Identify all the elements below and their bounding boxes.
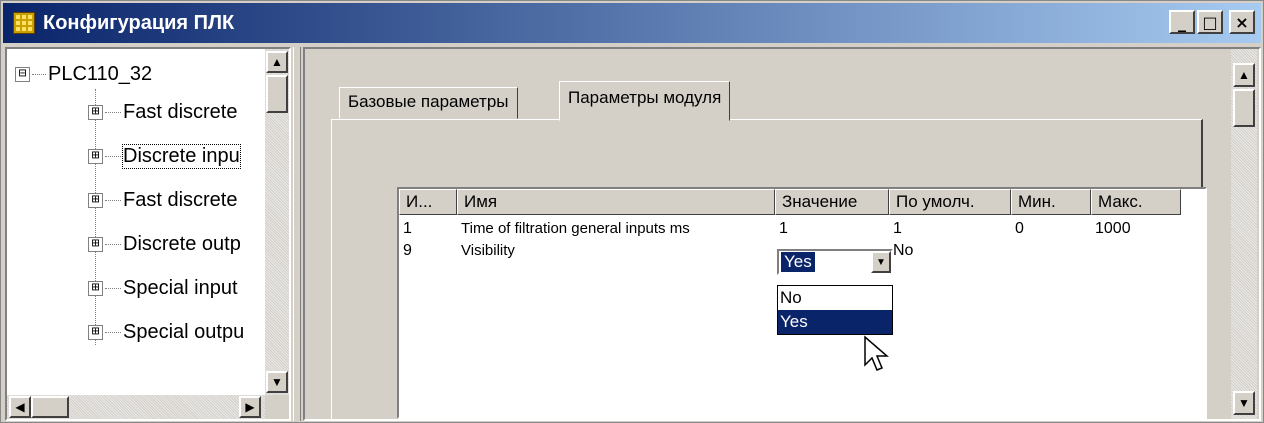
close-button[interactable]: × (1229, 10, 1255, 34)
scroll-thumb[interactable] (1233, 89, 1255, 127)
tree-view[interactable]: ⊟ PLC110_32 ⊞ Fast discrete ⊞ Discrete i… (5, 47, 291, 421)
properties-vertical-scrollbar[interactable]: ▲ ▼ (1231, 49, 1257, 419)
collapse-icon[interactable]: ⊟ (15, 67, 30, 82)
cell-max: 1000 (1095, 220, 1131, 237)
tree-horizontal-scrollbar[interactable]: ◀ ▶ (7, 395, 265, 419)
scroll-up-button[interactable]: ▲ (266, 51, 288, 73)
tree-item-fast-discrete-outputs[interactable]: ⊞ Fast discrete (88, 189, 237, 212)
properties-pane: Базовые параметры Параметры модуля И... … (303, 47, 1261, 421)
cell-default: No (893, 242, 914, 259)
plc-config-window: Конфигурация ПЛК _ □ × ⊟ PLC110_32 ⊞ Fas… (0, 0, 1264, 423)
tree-item-fast-discrete-inputs[interactable]: ⊞ Fast discrete (88, 101, 237, 124)
app-icon (13, 12, 35, 34)
dropdown-option-yes[interactable]: Yes (778, 310, 892, 334)
visibility-combo[interactable]: Yes ▼ (777, 249, 893, 275)
scroll-thumb[interactable] (266, 75, 288, 113)
expand-icon[interactable]: ⊞ (88, 193, 103, 208)
tree-item-special-inputs[interactable]: ⊞ Special input (88, 277, 238, 300)
tree-root-plc[interactable]: ⊟ PLC110_32 (15, 63, 152, 86)
tree-item-label[interactable]: Special outpu (123, 321, 244, 344)
tree-root-label[interactable]: PLC110_32 (48, 63, 152, 86)
scroll-up-button[interactable]: ▲ (1233, 63, 1255, 87)
cell-max (1091, 241, 1181, 263)
col-header-default[interactable]: По умолч. (889, 189, 1011, 215)
scroll-right-button[interactable]: ▶ (239, 396, 261, 418)
scroll-down-button[interactable]: ▼ (266, 371, 288, 393)
cell-value[interactable]: 1 (775, 219, 889, 241)
cell-default: 1 (893, 220, 902, 237)
col-header-min[interactable]: Мин. (1011, 189, 1091, 215)
cell-min (1011, 241, 1091, 263)
expand-icon[interactable]: ⊞ (88, 325, 103, 340)
tree-item-label[interactable]: Special input (123, 277, 238, 300)
tree-item-discrete-inputs[interactable]: ⊞ Discrete inpu (88, 144, 241, 169)
tree-item-label[interactable]: Discrete outp (123, 233, 241, 256)
cell-name: Visibility (461, 242, 515, 259)
pane-splitter[interactable] (293, 47, 301, 421)
title-bar[interactable]: Конфигурация ПЛК _ □ × (3, 3, 1261, 43)
cell-index: 1 (403, 220, 412, 237)
table-row[interactable]: 1 Time of filtration general inputs ms 1… (399, 219, 1181, 241)
maximize-button[interactable]: □ (1197, 10, 1223, 34)
tree-item-label[interactable]: Fast discrete (123, 101, 237, 124)
mouse-cursor-icon (864, 335, 889, 371)
tree-item-label[interactable]: Fast discrete (123, 189, 237, 212)
tree-item-discrete-outputs[interactable]: ⊞ Discrete outp (88, 233, 241, 256)
dropdown-option-no[interactable]: No (778, 286, 892, 310)
col-header-name[interactable]: Имя (457, 189, 775, 215)
tree-item-special-outputs[interactable]: ⊞ Special outpu (88, 321, 244, 344)
cell-index: 9 (403, 242, 412, 259)
cell-min: 0 (1015, 220, 1024, 237)
chevron-down-icon[interactable]: ▼ (871, 251, 891, 273)
scroll-corner (265, 395, 289, 419)
combo-selected-value: Yes (781, 252, 815, 272)
col-header-index[interactable]: И... (399, 189, 457, 215)
expand-icon[interactable]: ⊞ (88, 105, 103, 120)
scroll-down-button[interactable]: ▼ (1233, 391, 1255, 415)
tree-item-label[interactable]: Discrete inpu (122, 144, 241, 169)
col-header-max[interactable]: Макс. (1091, 189, 1181, 215)
expand-icon[interactable]: ⊞ (88, 237, 103, 252)
hscroll-thumb[interactable] (31, 396, 69, 418)
window-title: Конфигурация ПЛК (43, 11, 235, 34)
expand-icon[interactable]: ⊞ (88, 281, 103, 296)
visibility-dropdown-list[interactable]: No Yes (777, 285, 893, 335)
tab-module-parameters[interactable]: Параметры модуля (559, 81, 731, 121)
col-header-value[interactable]: Значение (775, 189, 889, 215)
grid-header: И... Имя Значение По умолч. Мин. Макс. (399, 189, 1181, 215)
minimize-button[interactable]: _ (1169, 10, 1195, 34)
tree-vertical-scrollbar[interactable]: ▲ ▼ (265, 49, 289, 395)
expand-icon[interactable]: ⊞ (88, 149, 103, 164)
tab-base-parameters[interactable]: Базовые параметры (339, 87, 518, 119)
scroll-left-button[interactable]: ◀ (9, 396, 31, 418)
cell-name: Time of filtration general inputs ms (461, 220, 690, 237)
parameters-grid[interactable]: И... Имя Значение По умолч. Мин. Макс. 1… (397, 187, 1207, 419)
